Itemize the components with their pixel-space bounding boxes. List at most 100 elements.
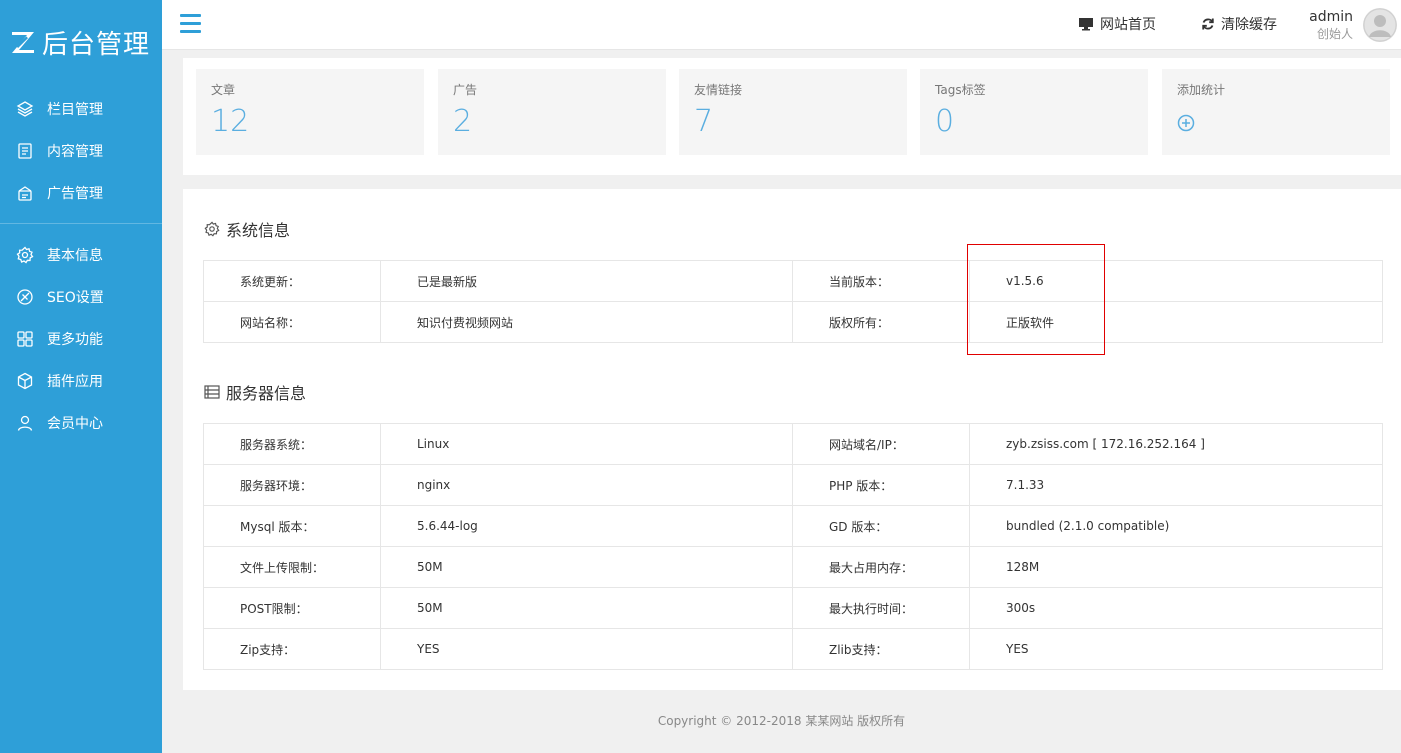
stat-value: 0	[935, 104, 955, 139]
table-value: 知识付费视频网站	[380, 301, 793, 343]
menu-toggle-icon[interactable]	[180, 14, 201, 34]
server-list-icon	[204, 385, 220, 399]
table-key: 服务器系统：	[203, 423, 381, 465]
table-key: Mysql 版本：	[203, 505, 381, 547]
table-value: 50M	[380, 587, 793, 629]
logo-text: 后台管理	[42, 29, 151, 60]
table-value: 128M	[969, 546, 1383, 588]
table-key: 系统更新：	[203, 260, 381, 302]
sidebar-item-label: 栏目管理	[47, 102, 103, 118]
menu-group-content: 栏目管理 内容管理 广告管理	[0, 84, 162, 214]
system-info-title: 系统信息	[204, 217, 290, 241]
table-key: Zip支持：	[203, 628, 381, 670]
table-key: GD 版本：	[792, 505, 970, 547]
table-key: 文件上传限制：	[203, 546, 381, 588]
sidebar-item-more[interactable]: 更多功能	[0, 318, 162, 360]
refresh-icon	[1201, 17, 1215, 31]
table-row: 网站名称： 知识付费视频网站 版权所有： 正版软件	[203, 301, 1383, 343]
table-row: 服务器环境： nginx PHP 版本： 7.1.33	[203, 464, 1383, 506]
section-title-text: 服务器信息	[226, 384, 307, 403]
table-value: 300s	[969, 587, 1383, 629]
table-value: 5.6.44-log	[380, 505, 793, 547]
logo[interactable]: 后台管理	[0, 0, 162, 84]
section-title-text: 系统信息	[226, 221, 291, 240]
avatar[interactable]	[1363, 8, 1397, 42]
menu-group-settings: 基本信息 SEO设置 更多功能 插件应用 会员中心	[0, 234, 162, 444]
gear-icon	[204, 221, 220, 237]
sidebar-item-content[interactable]: 内容管理	[0, 130, 162, 172]
sidebar-item-label: 更多功能	[47, 332, 103, 348]
sidebar-item-label: 插件应用	[47, 374, 103, 390]
sidebar-item-basic-info[interactable]: 基本信息	[0, 234, 162, 276]
table-value: nginx	[380, 464, 793, 506]
stat-value: 2	[453, 104, 473, 139]
site-home-label: 网站首页	[1100, 17, 1156, 33]
table-value: 已是最新版	[380, 260, 793, 302]
ad-icon	[16, 184, 34, 202]
table-key: Zlib支持：	[792, 628, 970, 670]
table-row: 文件上传限制： 50M 最大占用内存： 128M	[203, 546, 1383, 588]
table-key: 最大执行时间：	[792, 587, 970, 629]
stat-card-links[interactable]: 友情链接 7	[679, 69, 907, 155]
user-name: admin	[1309, 9, 1353, 25]
stat-label: 广告	[453, 83, 478, 97]
sidebar-item-seo[interactable]: SEO设置	[0, 276, 162, 318]
sidebar-divider	[0, 223, 162, 224]
sidebar-item-plugins[interactable]: 插件应用	[0, 360, 162, 402]
seo-icon	[16, 288, 34, 306]
add-circle-icon[interactable]	[1177, 114, 1195, 132]
table-row: 系统更新： 已是最新版 当前版本： v1.5.6	[203, 260, 1383, 302]
stat-card-add[interactable]: 添加统计	[1162, 69, 1390, 155]
stat-card-tags[interactable]: Tags标签 0	[920, 69, 1148, 155]
monitor-icon	[1078, 17, 1094, 31]
cube-icon	[16, 372, 34, 390]
logo-z-icon	[12, 32, 34, 53]
table-key: 最大占用内存：	[792, 546, 970, 588]
table-value: YES	[969, 628, 1383, 670]
table-key: 网站名称：	[203, 301, 381, 343]
user-icon	[16, 414, 34, 432]
stat-label: 友情链接	[694, 83, 743, 97]
table-key: PHP 版本：	[792, 464, 970, 506]
table-key: 当前版本：	[792, 260, 970, 302]
sidebar-item-label: 内容管理	[47, 144, 103, 160]
grid-icon	[16, 330, 34, 348]
sidebar-item-ads[interactable]: 广告管理	[0, 172, 162, 214]
sidebar-item-members[interactable]: 会员中心	[0, 402, 162, 444]
table-value: bundled (2.1.0 compatible)	[969, 505, 1383, 547]
system-info-table: 系统更新： 已是最新版 当前版本： v1.5.6 网站名称： 知识付费视频网站 …	[203, 260, 1383, 343]
user-role: 创始人	[1316, 27, 1353, 41]
table-row: 服务器系统： Linux 网站域名/IP： zyb.zsiss.com [ 17…	[203, 423, 1383, 465]
sidebar-item-columns[interactable]: 栏目管理	[0, 88, 162, 130]
table-value: v1.5.6	[969, 260, 1383, 302]
stat-label: Tags标签	[935, 83, 986, 97]
table-key: POST限制：	[203, 587, 381, 629]
clear-cache-label: 清除缓存	[1221, 17, 1277, 33]
sidebar-item-label: 会员中心	[47, 416, 103, 432]
table-key: 服务器环境：	[203, 464, 381, 506]
table-row: Mysql 版本： 5.6.44-log GD 版本： bundled (2.1…	[203, 505, 1383, 547]
stat-label: 文章	[211, 83, 236, 97]
server-info-title: 服务器信息	[204, 380, 306, 404]
table-value: Linux	[380, 423, 793, 465]
stats-panel: 文章 12 广告 2 友情链接 7 Tags标签 0 添加统计	[183, 58, 1401, 175]
stat-value: 12	[211, 104, 250, 139]
stat-label: 添加统计	[1177, 83, 1226, 97]
table-value: zyb.zsiss.com [ 172.16.252.164 ]	[969, 423, 1383, 465]
table-key: 网站域名/IP：	[792, 423, 970, 465]
gear-icon	[16, 246, 34, 264]
user-info[interactable]: admin 创始人	[1309, 8, 1353, 42]
stat-card-articles[interactable]: 文章 12	[196, 69, 424, 155]
info-panel: 系统信息 系统更新： 已是最新版 当前版本： v1.5.6 网站名称： 知识付费…	[183, 189, 1401, 690]
table-key: 版权所有：	[792, 301, 970, 343]
table-row: POST限制： 50M 最大执行时间： 300s	[203, 587, 1383, 629]
sidebar-item-label: SEO设置	[47, 290, 104, 306]
site-home-link[interactable]: 网站首页	[1078, 14, 1156, 34]
table-value: 50M	[380, 546, 793, 588]
clear-cache-link[interactable]: 清除缓存	[1201, 14, 1277, 34]
stat-card-ads[interactable]: 广告 2	[438, 69, 666, 155]
server-info-table: 服务器系统： Linux 网站域名/IP： zyb.zsiss.com [ 17…	[203, 423, 1383, 670]
stat-value: 7	[694, 104, 714, 139]
top-header: 网站首页 清除缓存 admin 创始人	[162, 0, 1401, 50]
sidebar: 后台管理 栏目管理 内容管理 广告管理 基本信息 SEO设置 更多功能 插件应用…	[0, 0, 162, 753]
